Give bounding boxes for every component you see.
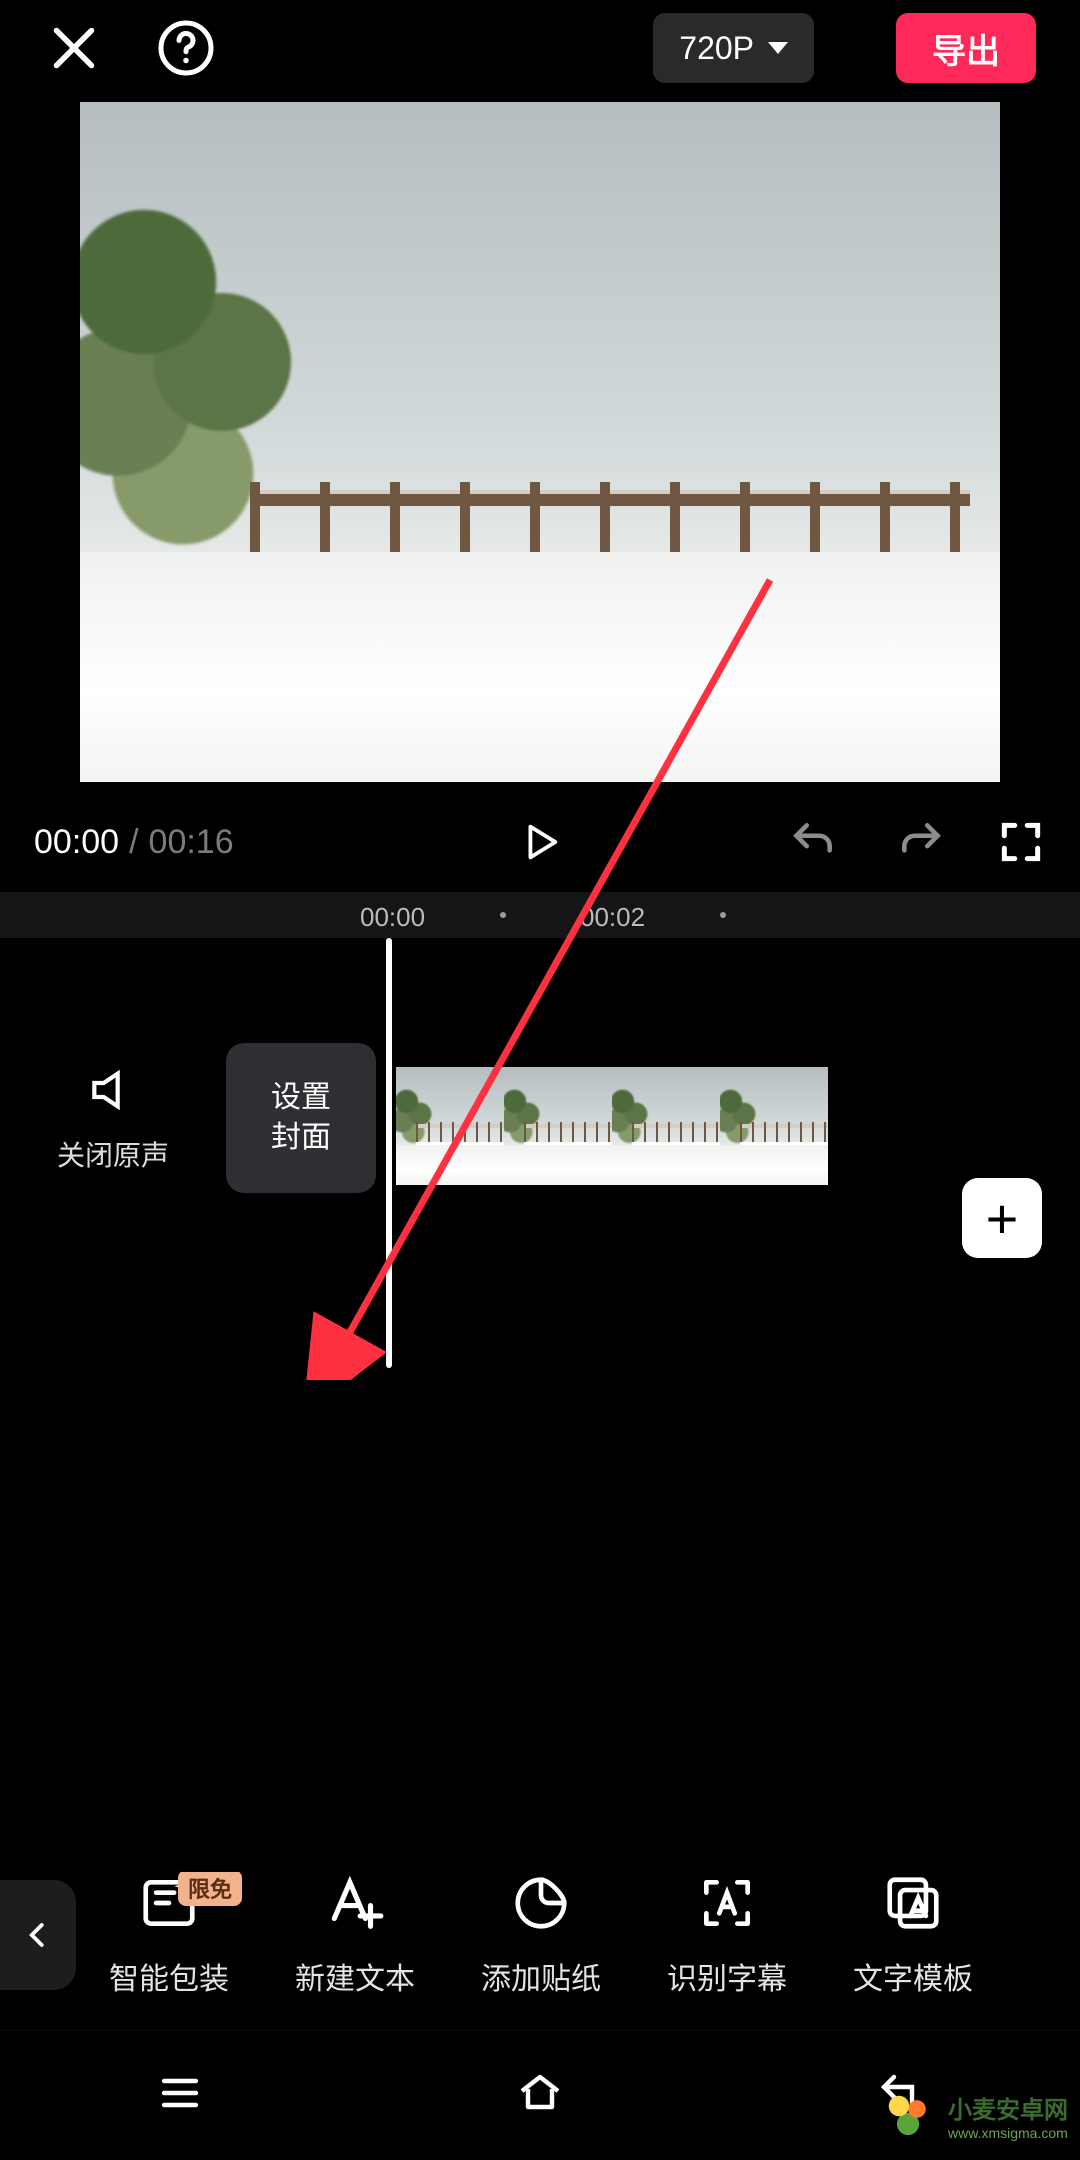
export-button[interactable]: 导出 (896, 13, 1036, 83)
playhead[interactable] (386, 938, 392, 1368)
tool-smart-package[interactable]: 限免 智能包装 (76, 1872, 262, 1998)
undo-button[interactable] (788, 817, 838, 867)
cover-label: 封面 (271, 1118, 331, 1158)
resolution-label: 720P (679, 30, 754, 67)
fullscreen-button[interactable] (996, 817, 1046, 867)
tool-label: 文字模板 (853, 1954, 973, 1998)
plus-icon: + (986, 1186, 1019, 1251)
clip-thumbnail (396, 1067, 504, 1185)
tool-text-template[interactable]: 文字模板 (820, 1872, 1006, 1998)
ruler-dot (720, 912, 726, 918)
current-time: 00:00 (34, 823, 119, 862)
ruler-dot (500, 912, 506, 918)
mute-label: 关闭原声 (57, 1134, 169, 1174)
add-clip-button[interactable]: + (962, 1178, 1042, 1258)
ruler-mark: 00:02 (580, 902, 645, 933)
watermark: 小麦安卓网 www.xmsigma.com (866, 2070, 1080, 2160)
nav-home-button[interactable] (510, 2069, 570, 2122)
mute-original-audio[interactable]: 关闭原声 (0, 1062, 226, 1174)
clip-thumbnail (612, 1067, 720, 1185)
clip-thumbnail (504, 1067, 612, 1185)
toolbar-back-button[interactable] (0, 1880, 76, 1990)
tool-label: 添加贴纸 (481, 1954, 601, 1998)
tool-label: 识别字幕 (667, 1954, 787, 1998)
ruler-mark: 00:00 (360, 902, 425, 933)
timeline-ruler[interactable]: 00:00 00:02 (0, 892, 1080, 938)
resolution-selector[interactable]: 720P (653, 13, 814, 83)
tool-add-sticker[interactable]: 添加贴纸 (448, 1872, 634, 1998)
total-time: 00:16 (149, 823, 234, 862)
tool-auto-caption[interactable]: 识别字幕 (634, 1872, 820, 1998)
tool-new-text[interactable]: 新建文本 (262, 1872, 448, 1998)
nav-menu-button[interactable] (150, 2069, 210, 2122)
play-button[interactable] (517, 819, 563, 865)
redo-button[interactable] (896, 817, 946, 867)
clip-thumbnail (720, 1067, 828, 1185)
clip-strip[interactable] (396, 1067, 828, 1185)
free-badge: 限免 (178, 1872, 242, 1906)
time-separator: / (119, 823, 148, 862)
tool-label: 智能包装 (109, 1954, 229, 1998)
chevron-down-icon (768, 42, 788, 54)
set-cover-button[interactable]: 设置 封面 (226, 1043, 376, 1193)
close-button[interactable] (44, 18, 104, 78)
watermark-title: 小麦安卓网 (948, 2097, 1068, 2124)
export-label: 导出 (932, 24, 1000, 73)
tool-label: 新建文本 (295, 1954, 415, 1998)
watermark-subtitle: www.xmsigma.com (948, 2125, 1068, 2141)
timeline[interactable]: 关闭原声 设置 封面 (0, 938, 1080, 1388)
help-button[interactable] (156, 18, 216, 78)
video-preview[interactable] (80, 102, 1000, 782)
watermark-logo-icon (878, 2085, 938, 2145)
cover-label: 设置 (271, 1078, 331, 1118)
